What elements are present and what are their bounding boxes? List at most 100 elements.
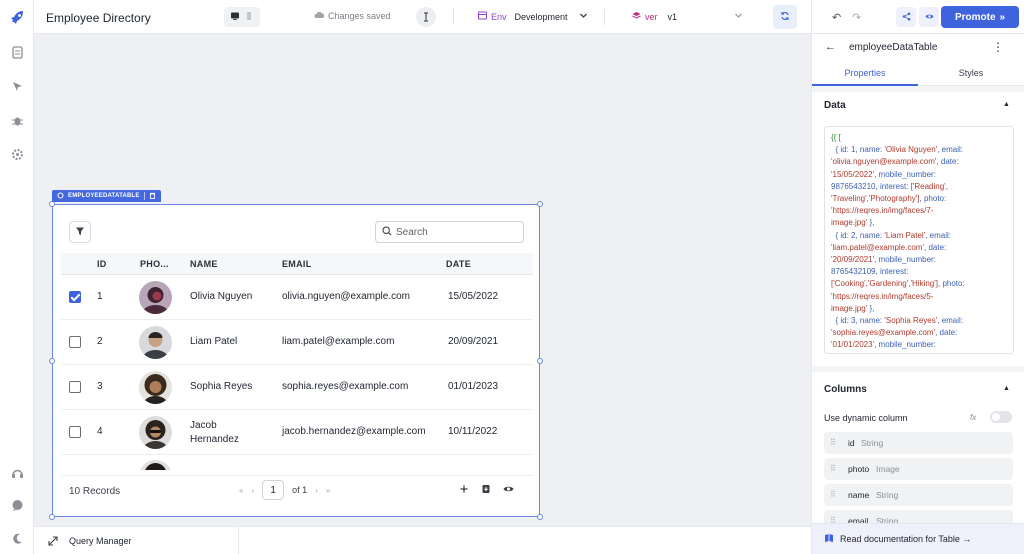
column-header-photo[interactable]: PHO... — [140, 259, 169, 269]
row-checkbox[interactable] — [69, 291, 81, 303]
section-divider — [812, 86, 1024, 92]
documentation-link[interactable]: Read documentation for Table → — [840, 534, 971, 544]
text-cursor-button[interactable] — [416, 7, 436, 27]
table-search — [375, 221, 524, 243]
eye-icon[interactable] — [503, 484, 514, 497]
share-button[interactable] — [896, 7, 916, 27]
column-header-email[interactable]: EMAIL — [282, 259, 312, 269]
table-row[interactable] — [61, 455, 533, 470]
sync-button[interactable] — [773, 5, 797, 29]
env-label: Env — [491, 11, 507, 22]
row-checkbox[interactable] — [69, 336, 81, 348]
chevron-down-icon[interactable] — [734, 11, 743, 22]
divider — [143, 192, 145, 200]
table-row[interactable]: 2 Liam Patel liam.patel@example.com 20/0… — [61, 320, 533, 365]
pages-icon[interactable] — [9, 44, 25, 60]
preview-button[interactable] — [919, 7, 939, 27]
caret-up-icon[interactable]: ▲ — [1003, 101, 1010, 108]
table-row[interactable]: 3 Sophia Reyes sophia.reyes@example.com … — [61, 365, 533, 410]
query-manager-toggle[interactable]: Query Manager — [69, 536, 132, 546]
column-item-name: id — [848, 438, 855, 448]
app-title[interactable]: Employee Directory — [46, 11, 151, 25]
data-code-editor[interactable]: {{ [ { id: 1, name: 'Olivia Nguyen', ema… — [824, 126, 1014, 354]
column-header-id[interactable]: ID — [97, 259, 107, 269]
search-icon — [382, 225, 392, 239]
cell-name: Olivia Nguyen — [190, 291, 253, 302]
first-page-icon[interactable]: « — [239, 486, 243, 495]
next-page-icon[interactable]: › — [315, 486, 318, 495]
component-label-text: EMPLOYEEDATATABLE — [68, 193, 140, 199]
resize-handle[interactable] — [49, 201, 55, 207]
rocket-icon[interactable] — [7, 8, 27, 28]
resize-handle[interactable] — [49, 358, 55, 364]
column-item-name[interactable]: ⠿ name String — [824, 484, 1013, 506]
chevron-down-icon[interactable] — [579, 11, 588, 22]
columns-section-title[interactable]: Columns — [824, 384, 867, 395]
dynamic-column-toggle[interactable] — [990, 411, 1012, 423]
theme-icon[interactable] — [9, 530, 25, 546]
plus-icon[interactable] — [459, 484, 469, 497]
more-icon[interactable]: ⋮ — [992, 40, 1004, 54]
chat-icon[interactable] — [9, 497, 25, 513]
caret-up-icon[interactable]: ▲ — [1003, 385, 1010, 392]
drag-handle-icon[interactable]: ⠿ — [830, 438, 836, 447]
column-item-photo[interactable]: ⠿ photo Image — [824, 458, 1013, 480]
column-header-date[interactable]: DATE — [446, 259, 471, 269]
queries-icon[interactable] — [9, 78, 25, 94]
table-row[interactable]: 4 Jacob Hernandez jacob.hernandez@exampl… — [61, 410, 533, 455]
table-actions — [459, 484, 514, 497]
version-selector[interactable]: ver v1 — [632, 11, 677, 22]
redo-icon[interactable]: ↷ — [852, 11, 861, 24]
drag-handle-icon[interactable]: ⠿ — [830, 490, 836, 499]
env-value: Development — [514, 11, 568, 22]
back-arrow-icon[interactable]: ← — [825, 41, 836, 53]
layers-icon — [632, 11, 641, 22]
support-icon[interactable] — [9, 465, 25, 481]
component-header: ← employeeDataTable ⋮ — [812, 34, 1024, 62]
code-line: 'https://reqres.in/img/faces/5- — [831, 291, 934, 301]
component-name[interactable]: employeeDataTable — [849, 42, 937, 53]
prev-page-icon[interactable]: ‹ — [251, 486, 254, 495]
drag-handle-icon[interactable]: ⠿ — [830, 464, 836, 473]
row-checkbox[interactable] — [69, 381, 81, 393]
fx-icon[interactable]: fx — [970, 413, 976, 422]
section-divider — [812, 366, 1024, 372]
resize-handle[interactable] — [537, 201, 543, 207]
environment-selector[interactable]: Env Development — [478, 11, 568, 22]
code-line: , photo: — [919, 194, 947, 204]
mobile-icon[interactable] — [244, 10, 254, 24]
promote-button[interactable]: Promote » — [941, 6, 1019, 28]
column-header-name[interactable]: NAME — [190, 259, 218, 269]
code-line: { id: 2, name: — [835, 230, 885, 240]
download-icon[interactable] — [481, 484, 491, 497]
device-toggle — [224, 7, 260, 27]
tab-styles[interactable]: Styles — [918, 68, 1024, 78]
cell-id: 2 — [97, 336, 103, 347]
data-section-title[interactable]: Data — [824, 100, 846, 111]
table-row[interactable]: 1 Olivia Nguyen olivia.nguyen@example.co… — [61, 275, 533, 320]
code-line: 'sophia.reyes@example.com' — [831, 328, 936, 338]
search-input[interactable] — [396, 226, 516, 238]
column-item-id[interactable]: ⠿ id String — [824, 432, 1013, 454]
delete-icon[interactable] — [149, 192, 156, 201]
resize-handle[interactable] — [49, 514, 55, 520]
settings-icon[interactable] — [9, 146, 25, 162]
expand-icon[interactable] — [48, 535, 58, 549]
code-line: 'olivia.nguyen@example.com' — [831, 157, 937, 167]
debug-icon[interactable] — [9, 112, 25, 128]
resize-handle[interactable] — [537, 514, 543, 520]
tab-properties[interactable]: Properties — [812, 68, 918, 78]
cell-email: jacob.hernandez@example.com — [282, 426, 426, 437]
row-checkbox[interactable] — [69, 426, 81, 438]
page-number-input[interactable]: 1 — [262, 480, 285, 500]
last-page-icon[interactable]: » — [326, 486, 330, 495]
inspector-panel: ↶ ↷ Promote » ← employeeDataTable ⋮ Prop… — [811, 0, 1024, 554]
undo-icon[interactable]: ↶ — [832, 11, 841, 24]
employee-data-table[interactable]: ID PHO... NAME EMAIL DATE 1 Olivia Nguye… — [52, 204, 540, 517]
code-line: , email: — [937, 145, 964, 155]
filter-button[interactable] — [69, 221, 91, 243]
code-line: , mobile_number: — [874, 169, 936, 179]
resize-handle[interactable] — [537, 358, 543, 364]
desktop-icon[interactable] — [230, 10, 240, 24]
component-label[interactable]: EMPLOYEEDATATABLE — [52, 190, 161, 202]
